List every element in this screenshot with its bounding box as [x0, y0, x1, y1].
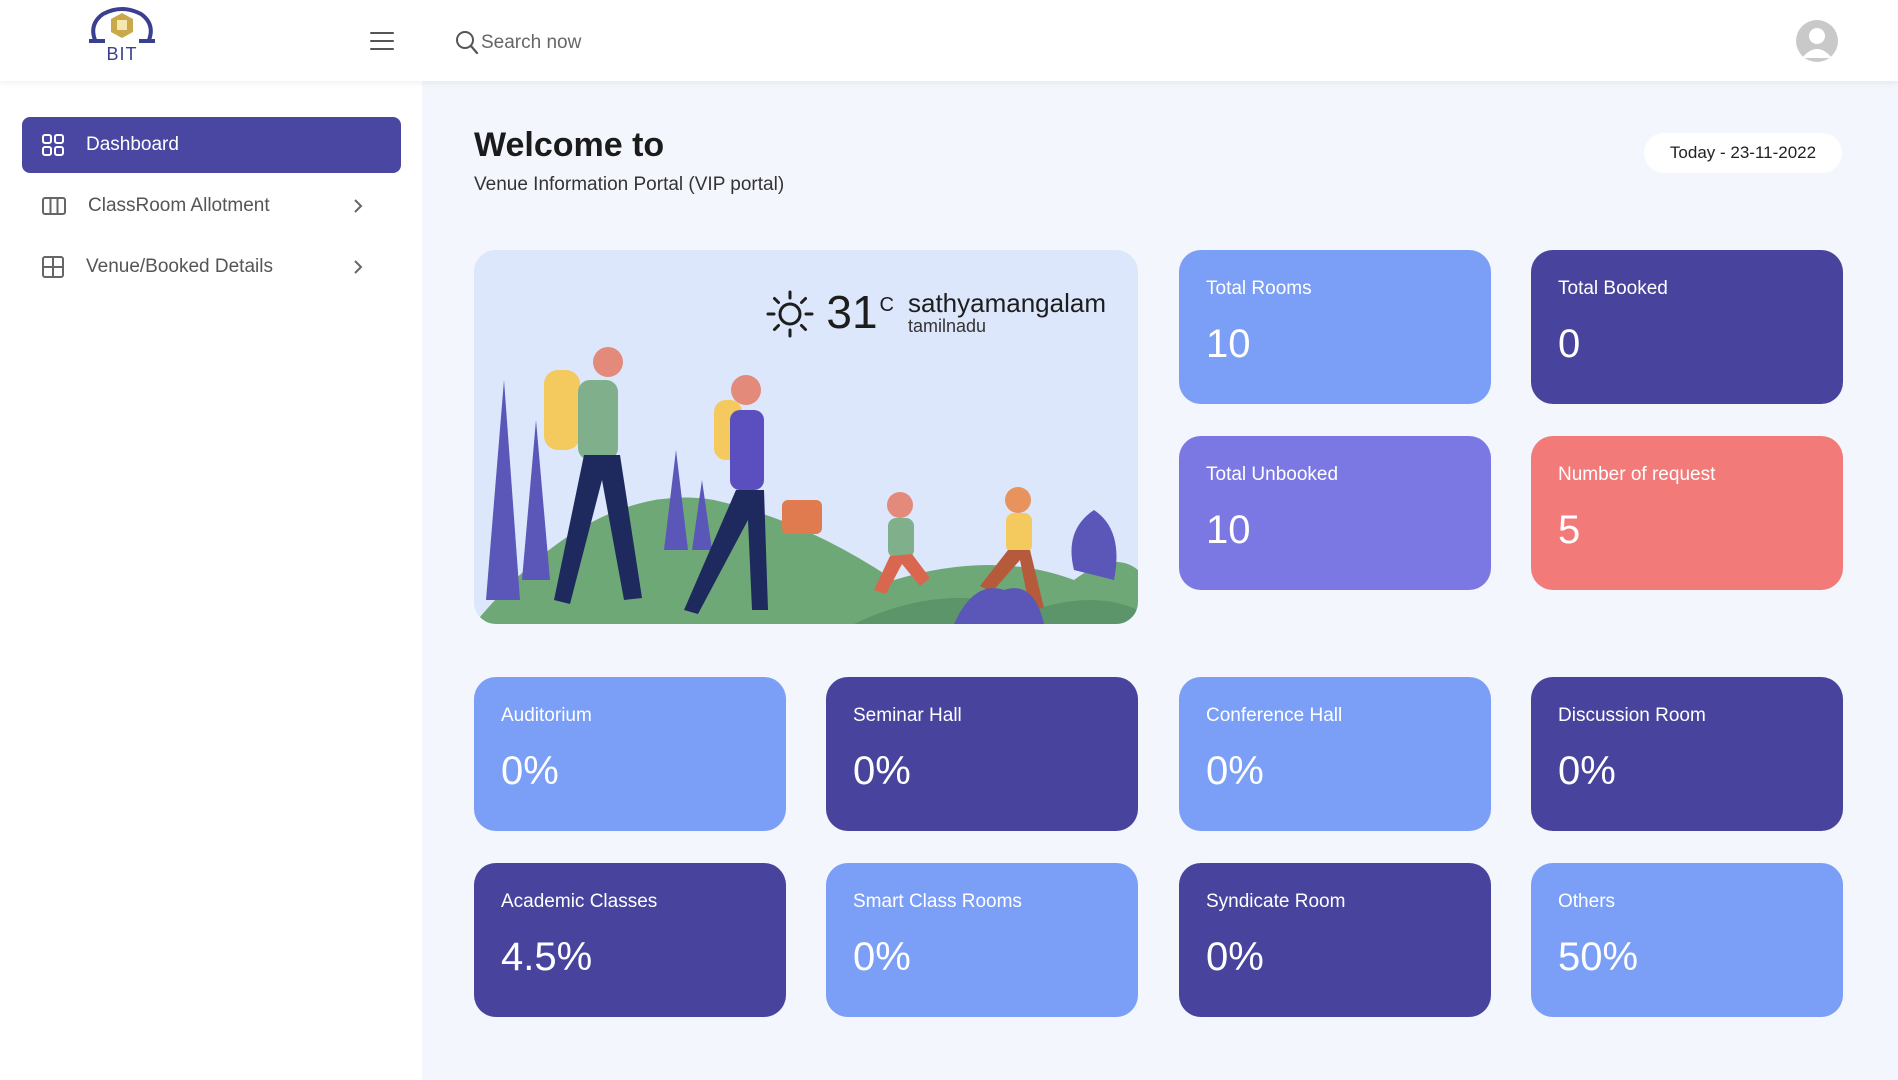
venue-label: Syndicate Room	[1206, 891, 1346, 912]
logo-text: BIT	[106, 44, 138, 64]
sidebar-item-classroom-allotment[interactable]: ClassRoom Allotment	[22, 178, 401, 234]
stat-card-total-unbooked[interactable]: Total Unbooked 10	[1179, 436, 1491, 590]
stat-value: 5	[1558, 508, 1581, 552]
menu-toggle-icon[interactable]	[370, 32, 394, 50]
venue-label: Others	[1558, 891, 1616, 912]
venue-card-others[interactable]: Others 50%	[1531, 863, 1843, 1017]
venue-value: 0%	[853, 749, 911, 793]
venue-label: Conference Hall	[1206, 705, 1343, 726]
temperature-value: 31	[826, 286, 878, 338]
weather-card: 31 C sathyamangalam tamilnadu	[474, 250, 1138, 624]
sidebar-item-dashboard[interactable]: Dashboard	[22, 117, 401, 173]
weather-widget: 31 C sathyamangalam tamilnadu	[766, 286, 1106, 338]
chevron-right-icon	[354, 260, 363, 274]
sidebar: Dashboard ClassRoom Allotment Venue/Book…	[0, 81, 422, 1080]
avatar[interactable]	[1796, 20, 1838, 62]
stat-value: 10	[1206, 322, 1251, 366]
grid-icon	[42, 134, 64, 156]
search-icon[interactable]	[455, 30, 479, 56]
top-bar: BIT	[0, 0, 1898, 81]
venue-card-seminar-hall[interactable]: Seminar Hall 0%	[826, 677, 1138, 831]
page-subtitle: Venue Information Portal (VIP portal)	[474, 174, 785, 195]
stat-value: 0	[1558, 322, 1581, 366]
venue-value: 0%	[501, 749, 559, 793]
venue-card-conference-hall[interactable]: Conference Hall 0%	[1179, 677, 1491, 831]
venue-value: 50%	[1558, 935, 1639, 979]
stat-card-total-rooms[interactable]: Total Rooms 10	[1179, 250, 1491, 404]
venue-card-smart-class-rooms[interactable]: Smart Class Rooms 0%	[826, 863, 1138, 1017]
logo[interactable]: BIT	[86, 4, 158, 70]
sidebar-item-label: Venue/Booked Details	[86, 256, 273, 277]
venue-card-syndicate-room[interactable]: Syndicate Room 0%	[1179, 863, 1491, 1017]
stat-card-number-of-request[interactable]: Number of request 5	[1531, 436, 1843, 590]
venue-label: Smart Class Rooms	[853, 891, 1022, 912]
table-icon	[42, 256, 64, 278]
stat-value: 10	[1206, 508, 1251, 552]
sun-icon	[766, 290, 814, 338]
columns-icon	[42, 197, 66, 215]
venue-value: 0%	[1206, 749, 1264, 793]
state-name: tamilnadu	[908, 316, 987, 336]
search-bar	[455, 28, 781, 58]
venue-value: 0%	[1206, 935, 1264, 979]
sidebar-item-label: Dashboard	[86, 134, 179, 155]
date-badge: Today - 23-11-2022	[1644, 133, 1842, 173]
venue-value: 4.5%	[501, 935, 593, 979]
sidebar-item-label: ClassRoom Allotment	[88, 195, 270, 216]
venue-label: Seminar Hall	[853, 705, 962, 726]
venue-label: Auditorium	[501, 705, 592, 726]
venue-label: Academic Classes	[501, 891, 658, 912]
stat-label: Total Booked	[1558, 278, 1668, 299]
chevron-right-icon	[354, 199, 363, 213]
stat-label: Total Unbooked	[1206, 464, 1339, 485]
search-input[interactable]	[481, 32, 781, 54]
bit-logo-icon	[89, 7, 155, 43]
stat-label: Total Rooms	[1206, 278, 1312, 299]
stat-label: Number of request	[1558, 464, 1716, 485]
sidebar-item-venue-booked-details[interactable]: Venue/Booked Details	[22, 239, 401, 295]
user-icon	[1802, 28, 1832, 58]
page-title: Welcome to	[474, 126, 665, 164]
temperature-unit: C	[879, 294, 894, 316]
city-name: sathyamangalam	[908, 288, 1106, 318]
venue-card-academic-classes[interactable]: Academic Classes 4.5%	[474, 863, 786, 1017]
venue-label: Discussion Room	[1558, 705, 1706, 726]
venue-value: 0%	[853, 935, 911, 979]
venue-card-auditorium[interactable]: Auditorium 0%	[474, 677, 786, 831]
stat-card-total-booked[interactable]: Total Booked 0	[1531, 250, 1843, 404]
venue-card-discussion-room[interactable]: Discussion Room 0%	[1531, 677, 1843, 831]
venue-value: 0%	[1558, 749, 1616, 793]
location: sathyamangalam tamilnadu	[908, 290, 1106, 336]
